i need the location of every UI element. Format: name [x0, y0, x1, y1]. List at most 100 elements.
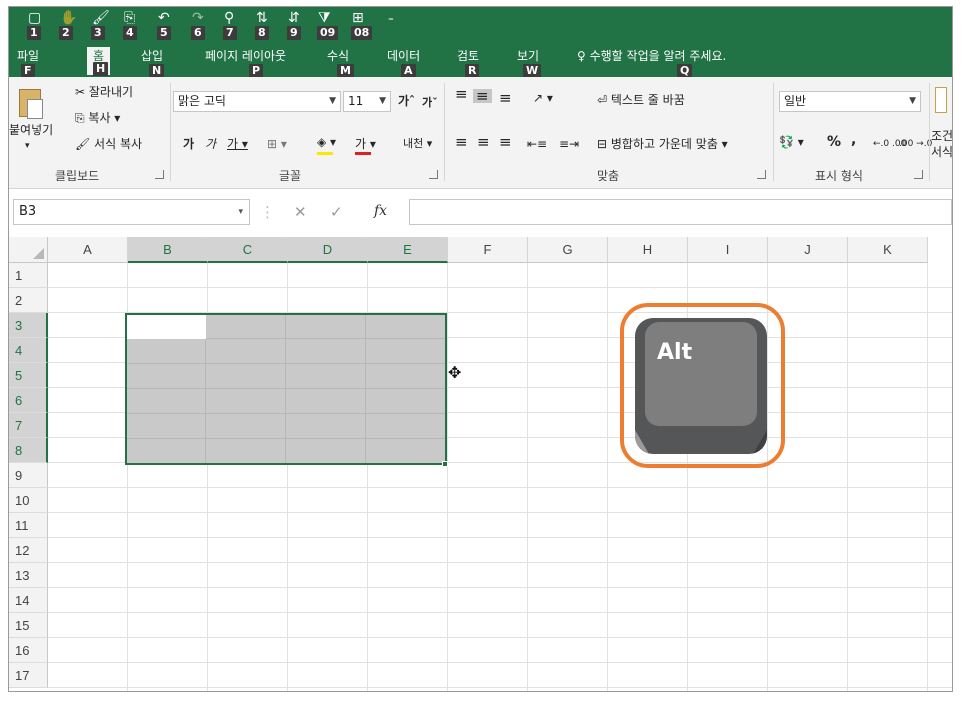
sort-desc-button[interactable]: ⇵ 9: [285, 10, 309, 40]
alignment-launcher-icon[interactable]: [757, 170, 766, 179]
row-header-16[interactable]: 16: [9, 638, 48, 663]
align-right-button[interactable]: ≡: [499, 135, 512, 150]
touch-mode-button[interactable]: ✋ 2: [57, 10, 81, 40]
tab-data[interactable]: 데이터 A: [387, 49, 421, 78]
insert-function-icon[interactable]: fx: [374, 203, 387, 219]
fill-color-button[interactable]: ◈ ▾: [317, 135, 336, 149]
number-format-select[interactable]: 일반 ▼: [779, 91, 921, 112]
row-header-7[interactable]: 7: [9, 413, 48, 438]
format-painter-button[interactable]: 🖌 3: [89, 10, 113, 40]
column-header-f[interactable]: F: [448, 237, 528, 263]
tab-label: 데이터: [387, 49, 421, 63]
filter-button[interactable]: ⧩ 09: [315, 10, 339, 40]
align-left-button[interactable]: ≡: [455, 135, 468, 150]
select-all-button[interactable]: [9, 237, 48, 263]
align-bottom-button[interactable]: ≡: [499, 91, 512, 106]
screenshot-button[interactable]: ⎘ 4: [121, 10, 145, 40]
column-header-h[interactable]: H: [608, 237, 688, 263]
paste-dropdown-icon[interactable]: ▾: [25, 139, 30, 153]
paste-icon[interactable]: [19, 89, 43, 119]
sort-button[interactable]: ⇅ 8: [253, 10, 277, 40]
find-button[interactable]: ⚲ 7: [221, 10, 245, 40]
shrink-font-button[interactable]: 가ˇ: [422, 96, 438, 110]
column-header-a[interactable]: A: [48, 237, 128, 263]
row-header-2[interactable]: 2: [9, 288, 48, 313]
table-button[interactable]: ⊞ 08: [349, 10, 373, 40]
formula-input[interactable]: [409, 199, 952, 225]
merge-center-button[interactable]: ⊟ 병합하고 가운데 맞춤 ▾: [597, 137, 728, 151]
font-color-button[interactable]: 가 ▾: [355, 137, 376, 151]
tab-view[interactable]: 보기 W: [517, 49, 542, 78]
row-header-5[interactable]: 5: [9, 363, 48, 388]
column-header-d[interactable]: D: [288, 237, 368, 263]
customize-qat-button[interactable]: ₌: [385, 10, 409, 40]
enter-icon[interactable]: ✓: [330, 203, 343, 221]
column-header-c[interactable]: C: [208, 237, 288, 263]
undo-button[interactable]: ↶ 5: [155, 10, 179, 40]
orientation-button[interactable]: ↗ ▾: [533, 91, 553, 105]
tab-insert[interactable]: 삽입 N: [141, 49, 165, 78]
excel-window: ▢ 1 ✋ 2 🖌 3 ⎘ 4 ↶ 5 ↷ 6 ⚲ 7 ⇅ 8 ⇵ 9 ⧩ 09 ⊞ 08 ₌ 파일 F 홈 H 삽입 N 페이지 레이…: [8, 6, 953, 692]
underline-button[interactable]: 가 ▾: [227, 137, 248, 151]
tab-review[interactable]: 검토 R: [457, 49, 480, 78]
fill-handle[interactable]: [442, 461, 448, 467]
accounting-format-button[interactable]: 💱 ▾: [779, 135, 804, 149]
conditional-format-label-2[interactable]: 서식: [931, 145, 952, 159]
align-center-button[interactable]: ≡: [477, 135, 490, 150]
grow-font-button[interactable]: 가ˆ: [398, 94, 415, 108]
tab-home[interactable]: 홈H: [87, 47, 111, 76]
column-header-j[interactable]: J: [768, 237, 848, 263]
number-launcher-icon[interactable]: [914, 170, 923, 179]
comma-style-button[interactable]: ,: [851, 133, 856, 147]
conditional-format-icon[interactable]: [935, 87, 947, 113]
row-header-10[interactable]: 10: [9, 488, 48, 513]
percent-style-button[interactable]: %: [827, 135, 841, 149]
column-header-i[interactable]: I: [688, 237, 768, 263]
row-header-13[interactable]: 13: [9, 563, 48, 588]
column-header-g[interactable]: G: [528, 237, 608, 263]
column-header-b[interactable]: B: [128, 237, 208, 263]
font-launcher-icon[interactable]: [429, 170, 438, 179]
tab-file[interactable]: 파일 F: [17, 49, 40, 78]
bold-button[interactable]: 가: [183, 137, 194, 151]
border-button[interactable]: ⊞ ▾: [267, 137, 287, 151]
font-name-select[interactable]: 맑은 고딕 ▼: [173, 91, 341, 112]
tab-formulas[interactable]: 수식 M: [327, 49, 354, 78]
row-header-15[interactable]: 15: [9, 613, 48, 638]
cut-button[interactable]: ✂ 잘라내기: [75, 85, 133, 99]
decrease-decimal-button[interactable]: .00 →.0: [899, 137, 932, 151]
column-header-e[interactable]: E: [368, 237, 448, 263]
row-header-17[interactable]: 17: [9, 663, 48, 688]
redo-button[interactable]: ↷ 6: [189, 10, 213, 40]
row-header-11[interactable]: 11: [9, 513, 48, 538]
format-painter-button[interactable]: 🖌 서식 복사: [75, 137, 142, 151]
increase-indent-button[interactable]: ≡⇥: [559, 137, 579, 151]
cancel-icon[interactable]: ✕: [294, 203, 307, 221]
row-header-9[interactable]: 9: [9, 463, 48, 488]
conditional-format-label[interactable]: 조건: [931, 129, 952, 143]
italic-button[interactable]: 가: [205, 137, 216, 151]
paste-button[interactable]: 붙여넣기: [9, 123, 53, 137]
row-header-3[interactable]: 3: [9, 313, 48, 338]
column-header-k[interactable]: K: [848, 237, 928, 263]
row-header-12[interactable]: 12: [9, 538, 48, 563]
tab-tell-me[interactable]: ♀ 수행할 작업을 알려 주세요. Q: [577, 49, 726, 78]
row-header-4[interactable]: 4: [9, 338, 48, 363]
name-box[interactable]: B3 ▾: [13, 199, 250, 225]
row-header-8[interactable]: 8: [9, 438, 48, 463]
wrap-text-button[interactable]: ⏎ 텍스트 줄 바꿈: [597, 93, 685, 107]
save-button[interactable]: ▢ 1: [25, 10, 49, 40]
align-middle-button[interactable]: ≡: [473, 89, 492, 104]
chevron-down-icon[interactable]: ▾: [238, 200, 243, 224]
row-header-6[interactable]: 6: [9, 388, 48, 413]
align-top-button[interactable]: ≡: [455, 87, 468, 102]
phonetic-button[interactable]: 내천 ▾: [403, 137, 432, 151]
tab-page-layout[interactable]: 페이지 레이아웃 P: [205, 49, 286, 78]
decrease-indent-button[interactable]: ⇤≡: [527, 137, 547, 151]
row-header-14[interactable]: 14: [9, 588, 48, 613]
copy-button[interactable]: ⎘ 복사 ▾: [75, 111, 120, 125]
font-size-select[interactable]: 11 ▼: [343, 91, 391, 112]
clipboard-launcher-icon[interactable]: [155, 170, 164, 179]
tab-label: 파일: [17, 49, 40, 63]
row-header-1[interactable]: 1: [9, 263, 48, 288]
